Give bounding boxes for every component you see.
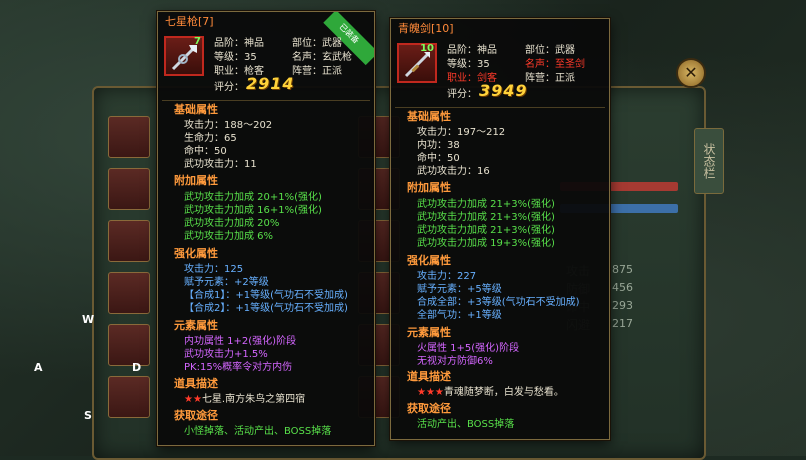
enhance-line: 赋予元素：+5等级 bbox=[417, 284, 502, 295]
basic-line: 内功：38 bbox=[417, 140, 460, 151]
extra-line: 武功攻击力加成 19+3%(强化) bbox=[417, 238, 555, 249]
desc-text: 青魂随梦断，白发与愁看。 bbox=[443, 387, 564, 398]
section-desc-title: 道具描述 bbox=[174, 377, 218, 390]
equip-slot-amulet[interactable] bbox=[108, 220, 150, 262]
item-slot: 部位：武器 bbox=[292, 38, 342, 49]
score-value: 3949 bbox=[479, 81, 528, 100]
score-label: 评分： bbox=[214, 82, 244, 93]
item-enhance-level: 7 bbox=[194, 36, 201, 47]
extra-line: 武功攻击力加成 21+3%(强化) bbox=[417, 199, 555, 210]
item-tooltip-equipped: 七星枪[7] 已装备 7 品阶：神品 部位：武器 等级：35 名声：玄武枪 职业… bbox=[157, 11, 375, 446]
desc-line: ★★七星.南方朱鸟之第四宿 bbox=[184, 394, 305, 407]
section-desc-title: 道具描述 bbox=[407, 370, 451, 383]
stat-value-attack: 875 bbox=[612, 263, 633, 276]
item-camp: 阵营：正派 bbox=[292, 66, 342, 77]
section-enhance-title: 强化属性 bbox=[407, 254, 451, 267]
equip-slot-armor[interactable] bbox=[108, 168, 150, 210]
key-hint-d: D bbox=[132, 361, 142, 374]
equip-slot-boots[interactable] bbox=[108, 324, 150, 366]
item-icon: 10 bbox=[397, 43, 437, 83]
source-line: 活动产出、BOSS掉落 bbox=[417, 419, 515, 430]
basic-line: 武功攻击力：16 bbox=[417, 166, 490, 177]
enhance-line: 攻击力：125 bbox=[184, 264, 244, 275]
basic-line: 攻击力：197～212 bbox=[417, 127, 506, 138]
item-title: 青魄剑[10] bbox=[398, 22, 454, 35]
basic-line: 武功攻击力：11 bbox=[184, 159, 257, 170]
equip-slot-weapon[interactable] bbox=[108, 116, 150, 158]
element-line: 内功属性 1+2(强化)阶段 bbox=[184, 336, 297, 347]
item-level: 等级：35 bbox=[447, 59, 490, 70]
item-enhance-level: 10 bbox=[420, 43, 434, 54]
section-basic-title: 基础属性 bbox=[407, 110, 451, 123]
extra-line: 武功攻击力加成 20% bbox=[184, 218, 280, 229]
divider bbox=[395, 107, 605, 108]
item-reputation: 名声：至圣剑 bbox=[525, 59, 585, 70]
basic-line: 攻击力：188～202 bbox=[184, 120, 273, 131]
item-grade: 品阶：神品 bbox=[214, 38, 264, 49]
enhance-line: 合成全部：+3等级(气功石不受加成) bbox=[417, 297, 580, 308]
section-source-title: 获取途径 bbox=[174, 409, 218, 422]
desc-text: 七星.南方朱鸟之第四宿 bbox=[201, 394, 306, 405]
item-reputation: 名声：玄武枪 bbox=[292, 52, 352, 63]
close-button[interactable]: ✕ bbox=[676, 58, 706, 88]
extra-line: 武功攻击力加成 21+3%(强化) bbox=[417, 225, 555, 236]
extra-line: 武功攻击力加成 16+1%(强化) bbox=[184, 205, 322, 216]
extra-line: 武功攻击力加成 21+3%(强化) bbox=[417, 212, 555, 223]
element-line: 武功攻击力+1.5% bbox=[184, 349, 268, 360]
item-grade: 品阶：神品 bbox=[447, 45, 497, 56]
extra-line: 武功攻击力加成 6% bbox=[184, 231, 274, 242]
item-icon: 7 bbox=[164, 36, 204, 76]
element-line: 无视对方防御6% bbox=[417, 356, 493, 367]
equip-slot-pet[interactable] bbox=[108, 376, 150, 418]
rarity-stars: ★★★ bbox=[417, 387, 444, 398]
section-extra-title: 附加属性 bbox=[407, 181, 451, 194]
item-tooltip-compare: 青魄剑[10] 10 品阶：神品 部位：武器 等级：35 名声：至圣剑 职业：剑… bbox=[390, 18, 610, 440]
enhance-line: 赋予元素：+2等级 bbox=[184, 277, 269, 288]
basic-line: 命中：50 bbox=[184, 146, 227, 157]
element-line: PK:15%概率令对方内伤 bbox=[184, 362, 293, 373]
stat-value-dodge: 217 bbox=[612, 317, 633, 330]
key-hint-a: A bbox=[34, 361, 43, 374]
section-enhance-title: 强化属性 bbox=[174, 247, 218, 260]
key-hint-s: S bbox=[84, 409, 92, 422]
basic-line: 命中：50 bbox=[417, 153, 460, 164]
basic-line: 生命力：65 bbox=[184, 133, 237, 144]
stat-value-defense: 456 bbox=[612, 281, 633, 294]
section-basic-title: 基础属性 bbox=[174, 103, 218, 116]
key-hint-w: W bbox=[82, 313, 95, 326]
section-extra-title: 附加属性 bbox=[174, 174, 218, 187]
desc-line: ★★★青魂随梦断，白发与愁看。 bbox=[417, 387, 564, 400]
element-line: 火属性 1+5(强化)阶段 bbox=[417, 343, 520, 354]
tab-status[interactable]: 状态栏 bbox=[694, 128, 724, 194]
item-level: 等级：35 bbox=[214, 52, 257, 63]
equip-slot-ring[interactable] bbox=[108, 272, 150, 314]
divider bbox=[162, 100, 370, 101]
enhance-line: 全部气功：+1等级 bbox=[417, 310, 502, 321]
enhance-line: 【合成1】：+1等级(气功石不受加成) bbox=[184, 290, 348, 301]
rarity-stars: ★★ bbox=[184, 394, 202, 405]
score-label: 评分： bbox=[447, 89, 477, 100]
enhance-line: 【合成2】：+1等级(气功石不受加成) bbox=[184, 303, 348, 314]
item-camp: 阵营：正派 bbox=[525, 73, 575, 84]
extra-line: 武功攻击力加成 20+1%(强化) bbox=[184, 192, 322, 203]
score-value: 2914 bbox=[246, 74, 295, 93]
section-element-title: 元素属性 bbox=[407, 326, 451, 339]
source-line: 小怪掉落、活动产出、BOSS掉落 bbox=[184, 426, 332, 437]
enhance-line: 攻击力：227 bbox=[417, 271, 477, 282]
section-element-title: 元素属性 bbox=[174, 319, 218, 332]
section-source-title: 获取途径 bbox=[407, 402, 451, 415]
item-slot: 部位：武器 bbox=[525, 45, 575, 56]
stat-value-hit: 293 bbox=[612, 299, 633, 312]
item-title: 七星枪[7] bbox=[165, 15, 214, 28]
